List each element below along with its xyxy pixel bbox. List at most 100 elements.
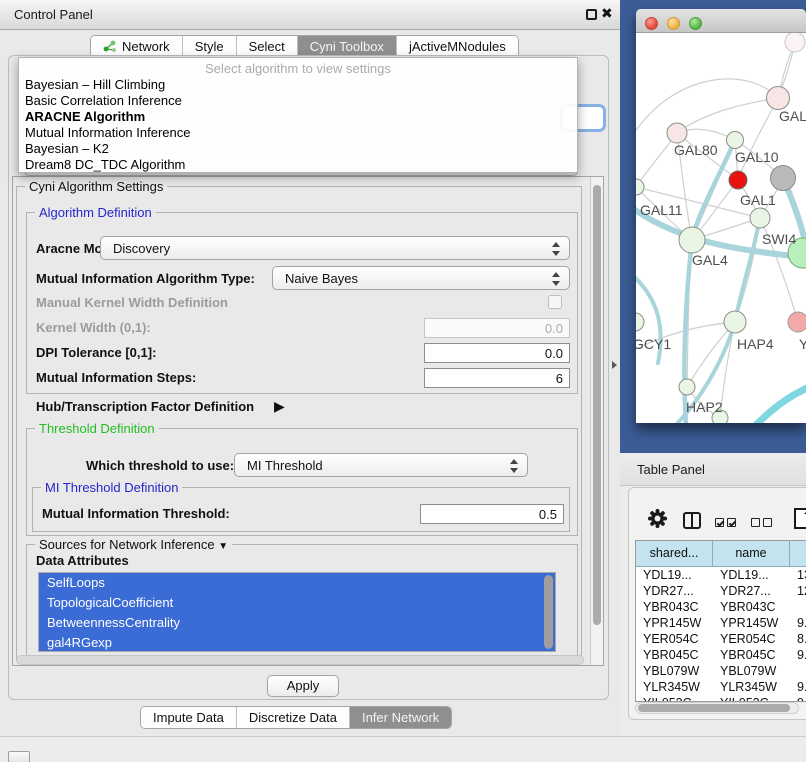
mi-steps-field[interactable]: 6 (424, 368, 570, 388)
tab-select[interactable]: Select (237, 36, 298, 57)
hub-section-label[interactable]: Hub/Transcription Factor Definition (36, 399, 254, 414)
aracne-mode-value: Discovery (113, 241, 170, 256)
cyni-bottom-tabbar: Impute Data Discretize Data Infer Networ… (140, 706, 452, 729)
node-hap2[interactable] (679, 379, 695, 395)
zoom-window-icon[interactable] (689, 17, 702, 30)
node-unlabeled-top[interactable] (785, 33, 805, 52)
network-graph (636, 33, 806, 423)
network-window-titlebar[interactable] (636, 9, 806, 33)
tab-jactivemnodules[interactable]: jActiveMNodules (397, 36, 518, 57)
combo-arrows-icon (510, 459, 518, 473)
table-horizontal-scrollbar[interactable] (635, 702, 799, 714)
algorithm-option-basic-correlation[interactable]: Basic Correlation Inference (25, 93, 182, 108)
mi-type-value: Naive Bayes (285, 271, 358, 286)
node-label-gal1: GAL1 (740, 192, 776, 208)
table-row[interactable]: YBR043CYBR043C (636, 599, 806, 615)
table-row[interactable]: YPR145WYPR145W9. (636, 615, 806, 631)
chevron-down-icon[interactable]: ▼ (218, 541, 228, 552)
column-header-clipped[interactable]: A (790, 541, 806, 567)
tab-discretize-data[interactable]: Discretize Data (237, 707, 350, 728)
network-canvas[interactable]: GAL GAL80 GAL10 GAL11 GAL1 SWI4 GAL4 GCY… (636, 33, 806, 423)
table-row[interactable]: YIL052CYIL052C9. (636, 695, 806, 701)
tab-infer-network[interactable]: Infer Network (350, 707, 451, 728)
table-row[interactable]: YER054CYER054C8. (636, 631, 806, 647)
settings-vertical-scrollbar[interactable] (590, 177, 603, 665)
attribute-item-gal4rgexp[interactable]: gal4RGexp (39, 633, 555, 652)
tab-impute-data-label: Impute Data (153, 710, 224, 725)
cyni-algorithm-settings-title: Cyni Algorithm Settings (25, 179, 167, 194)
apply-button[interactable]: Apply (267, 675, 339, 697)
minimize-window-icon[interactable] (667, 17, 680, 30)
node-hap4[interactable] (724, 311, 746, 333)
tab-impute-data[interactable]: Impute Data (141, 707, 237, 728)
control-panel-titlebar: Control Panel ✖ (0, 0, 620, 30)
mi-steps-label: Mutual Information Steps: (36, 370, 196, 385)
algorithm-option-aracne[interactable]: ARACNE Algorithm (25, 109, 145, 124)
node-gal-right[interactable] (767, 87, 790, 110)
table-row[interactable]: YDR27...YDR27...12 (636, 583, 806, 599)
algorithm-option-dream8[interactable]: Dream8 DC_TDC Algorithm (25, 157, 185, 172)
dpi-tolerance-field[interactable]: 0.0 (424, 343, 570, 363)
panel-title: Control Panel (14, 7, 93, 22)
tab-cyni-toolbox-label: Cyni Toolbox (310, 39, 384, 54)
scrollbar-thumb[interactable] (638, 704, 790, 712)
control-panel: Control Panel ✖ Network Style Select Cyn… (0, 0, 620, 735)
algorithm-option-mutual-information[interactable]: Mutual Information Inference (25, 125, 190, 140)
bottom-left-partial-button[interactable] (8, 751, 30, 762)
close-panel-icon[interactable]: ✖ (601, 5, 613, 22)
column-header-name[interactable]: name (713, 541, 790, 567)
table-row[interactable]: YBR045CYBR045C9. (636, 647, 806, 663)
algorithm-option-bayesian-k2[interactable]: Bayesian – K2 (25, 141, 109, 156)
node-gal10[interactable] (727, 132, 744, 149)
table-row[interactable]: YDL19...YDL19...13 (636, 567, 806, 583)
algorithm-dropdown-popup: Select algorithm to view settings Bayesi… (18, 57, 578, 173)
data-attributes-list[interactable]: SelfLoops TopologicalCoefficient Between… (38, 572, 556, 652)
node-selected-red[interactable] (729, 171, 747, 189)
node-attribute-table: shared... name A YDL19...YDL19...13 YDR2… (635, 540, 806, 702)
attribute-item-betweennesscentrality[interactable]: BetweennessCentrality (39, 613, 555, 633)
node-gal1[interactable] (750, 208, 770, 228)
document-icon[interactable] (794, 508, 806, 529)
bottom-divider (0, 736, 806, 737)
tab-style[interactable]: Style (183, 36, 237, 57)
attribute-item-selfloops[interactable]: SelfLoops (39, 573, 555, 593)
select-all-columns-icon[interactable] (715, 514, 739, 532)
aracne-mode-combo[interactable]: Discovery (100, 236, 570, 260)
splitter-collapse-arrow[interactable] (612, 361, 617, 369)
table-row[interactable]: YBL079WYBL079W (636, 663, 806, 679)
tab-network[interactable]: Network (91, 36, 183, 57)
node-gal80[interactable] (667, 123, 687, 143)
node-gcy1[interactable] (636, 313, 644, 331)
tab-discretize-data-label: Discretize Data (249, 710, 337, 725)
combo-arrows-icon (552, 242, 560, 256)
network-icon (103, 40, 117, 53)
mi-threshold-group-title: MI Threshold Definition (41, 480, 182, 495)
gear-icon[interactable] (647, 508, 668, 529)
tab-cyni-toolbox[interactable]: Cyni Toolbox (298, 36, 397, 57)
manual-kernel-checkbox[interactable] (548, 295, 562, 309)
which-threshold-combo[interactable]: MI Threshold (234, 453, 528, 477)
scrollbar-thumb[interactable] (593, 185, 601, 625)
node-gal11[interactable] (636, 179, 644, 195)
mi-threshold-field[interactable]: 0.5 (420, 504, 564, 524)
attribute-item-topologicalcoefficient[interactable]: TopologicalCoefficient (39, 593, 555, 613)
table-row[interactable]: YLR345WYLR345W9. (636, 679, 806, 695)
node-gal4[interactable] (679, 227, 705, 253)
node-label-hap4: HAP4 (737, 336, 774, 352)
node-label-y: Y (799, 336, 806, 352)
attributes-list-scrollbar[interactable] (544, 575, 553, 649)
column-layout-icon[interactable] (683, 512, 701, 529)
combo-arrows-icon (552, 272, 560, 286)
node-y-salmon[interactable] (788, 312, 806, 332)
settings-horizontal-scrollbar[interactable] (16, 655, 584, 665)
tab-infer-network-label: Infer Network (362, 710, 439, 725)
network-view-window[interactable]: GAL GAL80 GAL10 GAL11 GAL1 SWI4 GAL4 GCY… (636, 9, 806, 423)
node-gray[interactable] (771, 166, 796, 191)
close-window-icon[interactable] (645, 17, 658, 30)
float-panel-icon[interactable] (586, 9, 597, 20)
chevron-right-icon[interactable]: ▶ (274, 398, 285, 415)
deselect-all-columns-icon[interactable] (751, 514, 775, 532)
algorithm-option-bayesian-hill-climbing[interactable]: Bayesian – Hill Climbing (25, 77, 165, 92)
mi-type-combo[interactable]: Naive Bayes (272, 266, 570, 290)
column-header-shared-name[interactable]: shared... (636, 541, 713, 567)
